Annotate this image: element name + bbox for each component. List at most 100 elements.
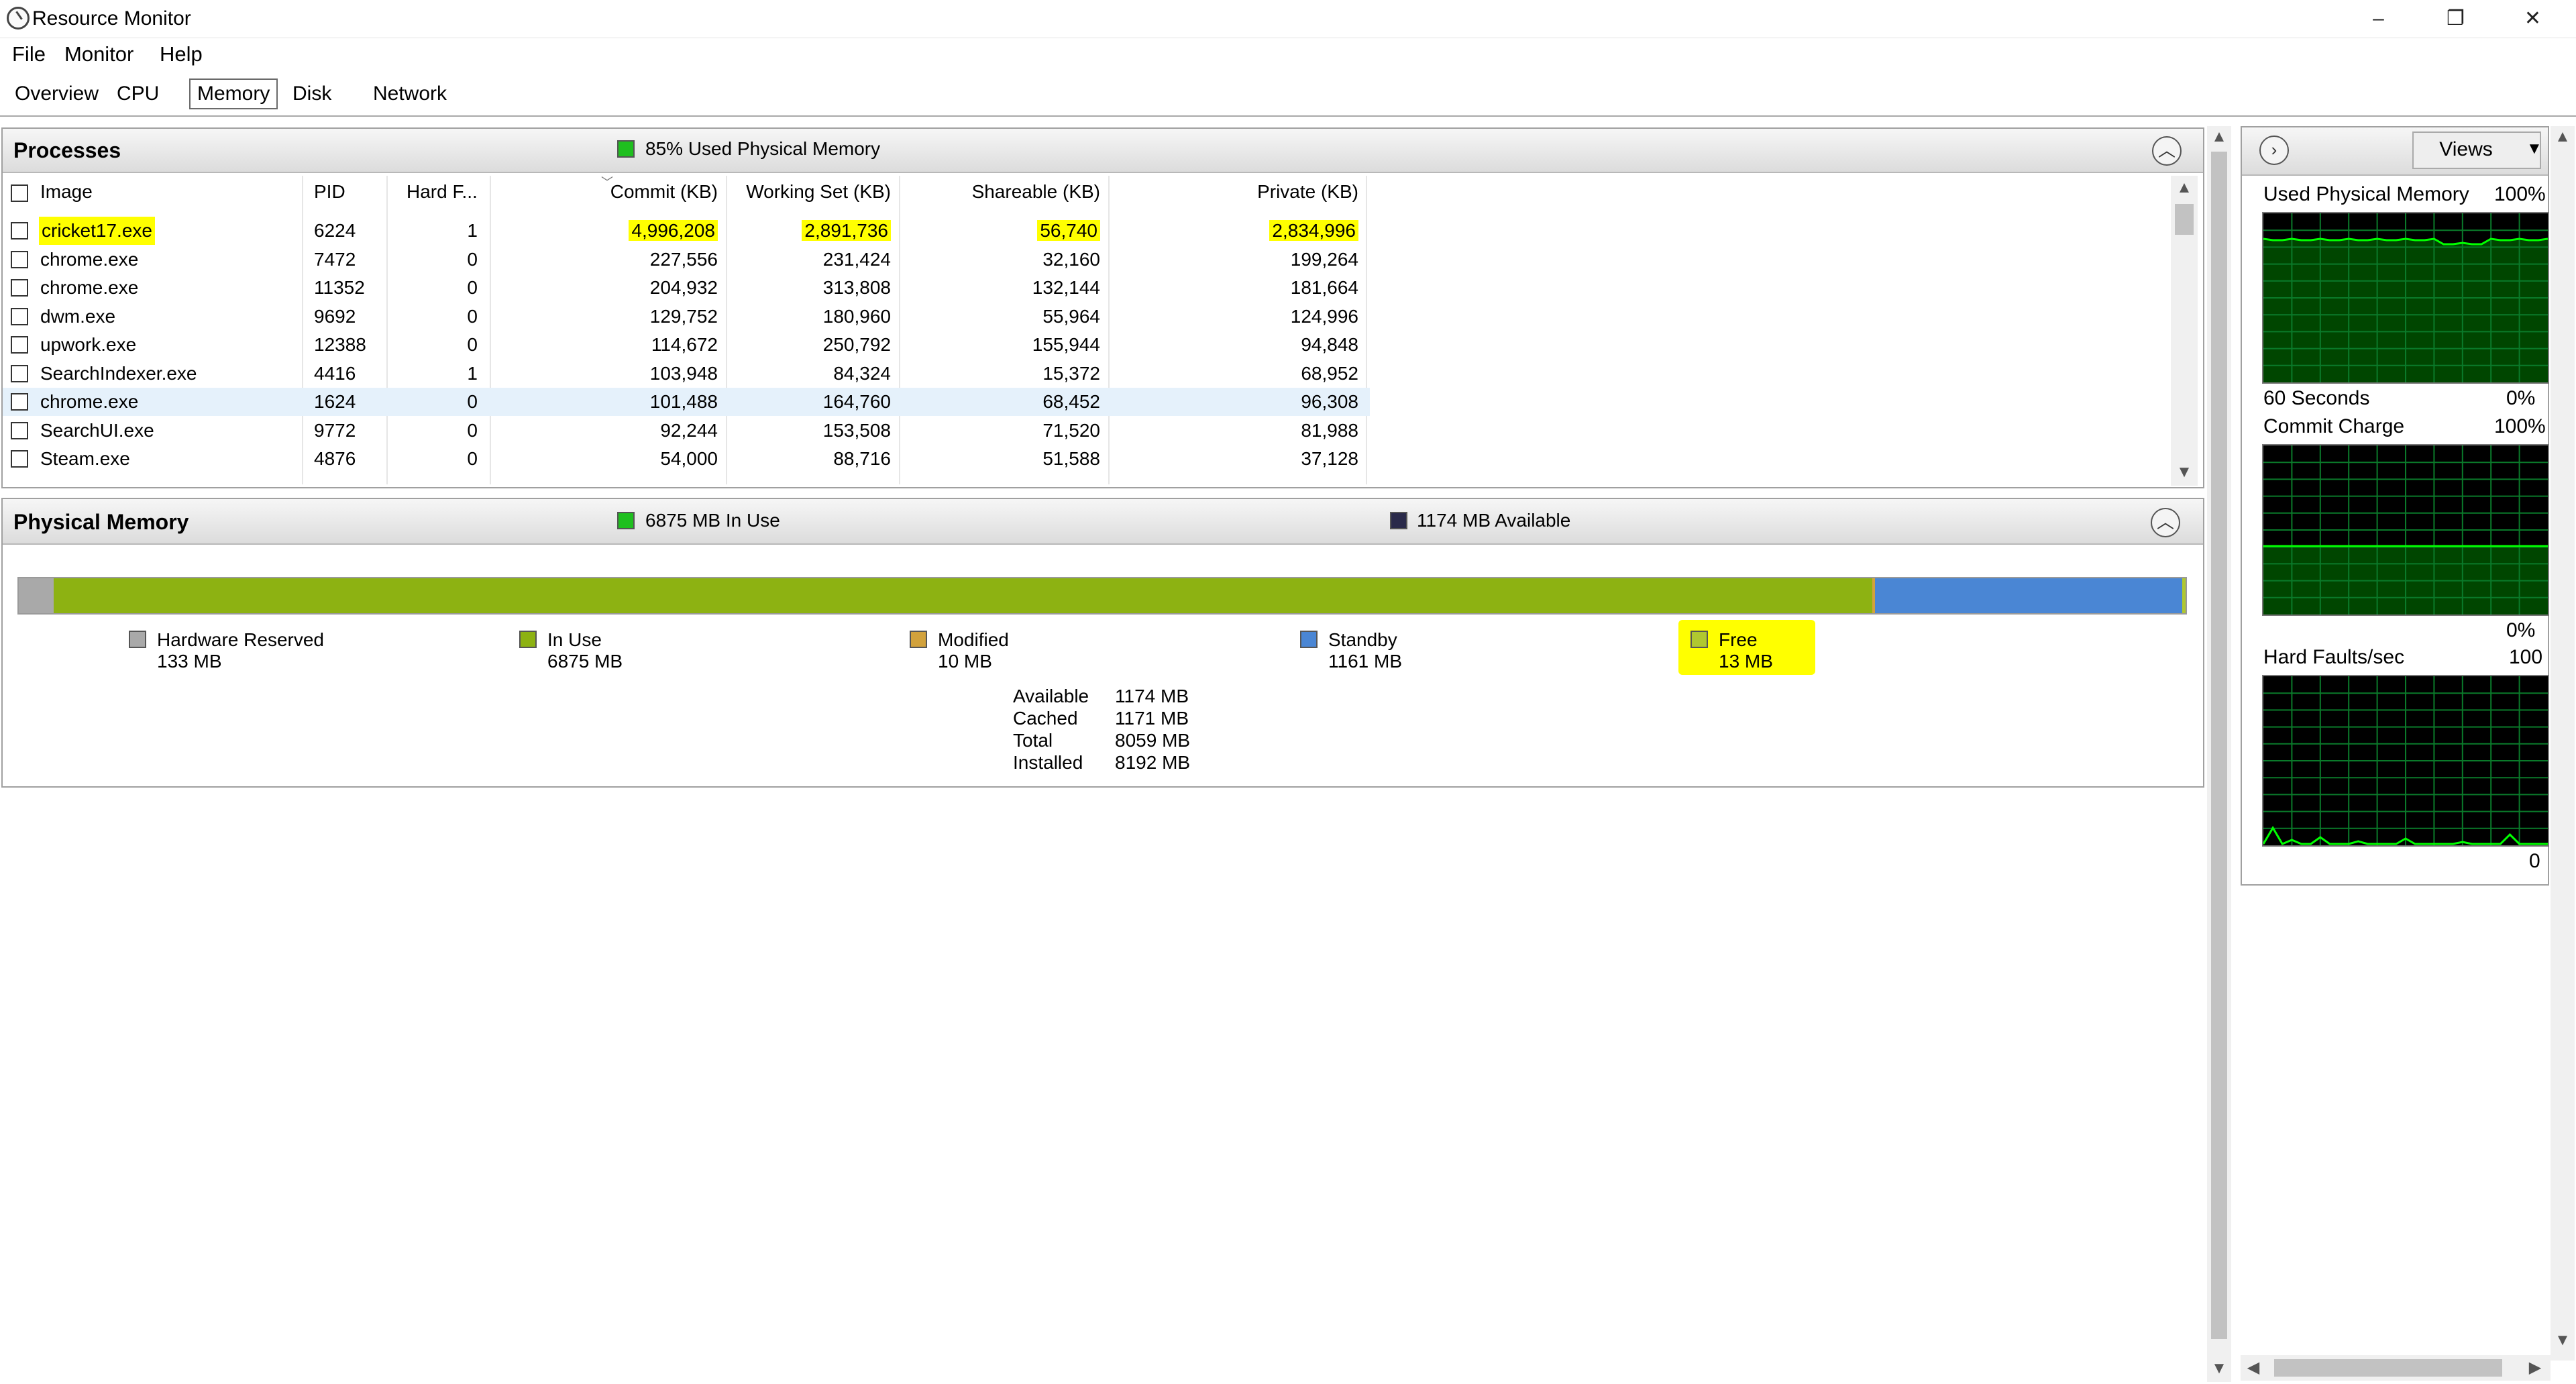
process-commit: 54,000 <box>660 448 718 469</box>
stat-installed-label: Installed <box>1013 752 1083 773</box>
process-shareable: 51,588 <box>1042 448 1100 469</box>
column-working-set[interactable]: Working Set (KB) <box>731 178 891 205</box>
main-scroll-up-icon[interactable]: ▲ <box>2207 127 2231 146</box>
process-image: chrome.exe <box>40 277 139 298</box>
processes-status: 85% Used Physical Memory <box>645 138 881 159</box>
hardware-reserved-swatch-icon <box>129 631 146 648</box>
physical-memory-header[interactable] <box>3 499 2203 545</box>
process-shareable: 55,964 <box>1042 306 1100 327</box>
column-shareable[interactable]: Shareable (KB) <box>906 178 1100 205</box>
collapse-physical-memory-button[interactable]: ︿ <box>2151 508 2180 537</box>
graph-hard-faults-title: Hard Faults/sec <box>2263 646 2405 668</box>
process-shareable: 56,740 <box>1037 220 1100 241</box>
main-scroll-down-icon[interactable]: ▼ <box>2207 1359 2231 1378</box>
modified-swatch-icon <box>910 631 927 648</box>
process-private: 199,264 <box>1290 249 1358 270</box>
segment-in-use <box>54 578 1873 613</box>
scroll-down-arrow-icon[interactable]: ▼ <box>2171 463 2198 482</box>
process-image: dwm.exe <box>40 306 116 327</box>
row-checkbox[interactable] <box>11 308 28 325</box>
expand-graphs-button[interactable]: › <box>2259 136 2289 165</box>
process-pid: 9692 <box>314 306 356 327</box>
minimize-button[interactable]: – <box>2340 0 2417 38</box>
row-checkbox[interactable] <box>11 251 28 268</box>
process-private: 124,996 <box>1290 306 1358 327</box>
row-checkbox[interactable] <box>11 393 28 411</box>
tab-network[interactable]: Network <box>366 78 453 109</box>
column-image[interactable]: Image <box>40 178 93 205</box>
segment-hardware-reserved <box>19 578 54 613</box>
column-pid[interactable]: PID <box>314 178 345 205</box>
graph-commit-min: 0% <box>2506 619 2536 641</box>
graphs-scroll-right-icon[interactable]: ▶ <box>2525 1358 2545 1377</box>
scroll-up-arrow-icon[interactable]: ▲ <box>2171 178 2198 197</box>
processes-header[interactable] <box>3 129 2203 173</box>
graph-used-memory-max: 100% <box>2494 183 2546 205</box>
process-hard-faults: 1 <box>467 363 478 384</box>
legend-standby: Standby <box>1328 629 1397 650</box>
tab-disk[interactable]: Disk <box>286 78 338 109</box>
main-scroll-thumb[interactable] <box>2211 152 2227 1339</box>
process-shareable: 32,160 <box>1042 249 1100 270</box>
stat-total-value: 8059 MB <box>1115 730 1191 751</box>
close-button[interactable]: ✕ <box>2494 0 2571 38</box>
row-checkbox[interactable] <box>11 222 28 239</box>
views-dropdown-icon[interactable]: ▼ <box>2526 140 2542 158</box>
process-shareable: 71,520 <box>1042 420 1100 441</box>
graph-hard-faults-max: 100 <box>2509 646 2543 668</box>
process-private: 37,128 <box>1301 448 1358 469</box>
process-working-set: 250,792 <box>822 334 891 355</box>
commit-charge-graph <box>2262 444 2549 616</box>
menu-monitor[interactable]: Monitor <box>64 40 133 68</box>
tab-overview[interactable]: Overview <box>8 78 105 109</box>
graphs-horizontal-thumb[interactable] <box>2274 1359 2502 1377</box>
process-working-set: 313,808 <box>822 277 891 298</box>
tab-memory[interactable]: Memory <box>189 78 278 109</box>
legend-hardware-reserved: Hardware Reserved <box>157 629 324 650</box>
process-shareable: 132,144 <box>1032 277 1100 298</box>
row-checkbox[interactable] <box>11 279 28 297</box>
graphs-scroll-down-icon[interactable]: ▼ <box>2551 1331 2575 1350</box>
process-working-set: 164,760 <box>822 391 891 412</box>
menu-file[interactable]: File <box>12 40 46 68</box>
graph-used-memory-min: 0% <box>2506 387 2536 409</box>
column-private[interactable]: Private (KB) <box>1114 178 1358 205</box>
process-working-set: 2,891,736 <box>802 220 891 241</box>
process-image: Steam.exe <box>40 448 130 469</box>
menu-help[interactable]: Help <box>160 40 203 68</box>
process-working-set: 153,508 <box>822 420 891 441</box>
row-checkbox[interactable] <box>11 365 28 382</box>
legend-modified: Modified <box>938 629 1009 650</box>
process-image: chrome.exe <box>40 391 139 412</box>
graphs-vertical-scrollbar[interactable] <box>2551 126 2575 1361</box>
in-use-swatch-icon <box>519 631 537 648</box>
in-use-status: 6875 MB In Use <box>645 510 780 531</box>
row-checkbox[interactable] <box>11 336 28 354</box>
legend-in-use-value: 6875 MB <box>547 651 623 672</box>
used-physical-memory-graph <box>2262 212 2549 384</box>
stat-available-label: Available <box>1013 686 1089 706</box>
tab-cpu[interactable]: CPU <box>110 78 166 109</box>
graphs-scroll-up-icon[interactable]: ▲ <box>2551 127 2575 146</box>
row-checkbox[interactable] <box>11 422 28 439</box>
column-hard-faults[interactable]: Hard F... <box>407 178 478 205</box>
process-pid: 1624 <box>314 391 356 412</box>
collapse-processes-button[interactable]: ︿ <box>2152 136 2182 166</box>
process-private: 181,664 <box>1290 277 1358 298</box>
process-hard-faults: 0 <box>467 391 478 412</box>
row-checkbox[interactable] <box>11 450 28 468</box>
resource-monitor-icon <box>7 7 30 30</box>
process-image: SearchUI.exe <box>40 420 154 441</box>
legend-free-value: 13 MB <box>1719 651 1773 672</box>
legend-hardware-reserved-value: 133 MB <box>157 651 222 672</box>
title-bar <box>0 0 2576 38</box>
process-hard-faults: 0 <box>467 306 478 327</box>
maximize-button[interactable]: ❐ <box>2417 0 2494 38</box>
graph-commit-max: 100% <box>2494 415 2546 437</box>
processes-title: Processes <box>13 138 121 162</box>
select-all-checkbox[interactable] <box>11 184 28 202</box>
graphs-scroll-left-icon[interactable]: ◀ <box>2243 1358 2263 1377</box>
physical-memory-title: Physical Memory <box>13 510 189 534</box>
available-indicator-icon <box>1390 512 1407 529</box>
processes-scroll-thumb[interactable] <box>2175 204 2194 235</box>
